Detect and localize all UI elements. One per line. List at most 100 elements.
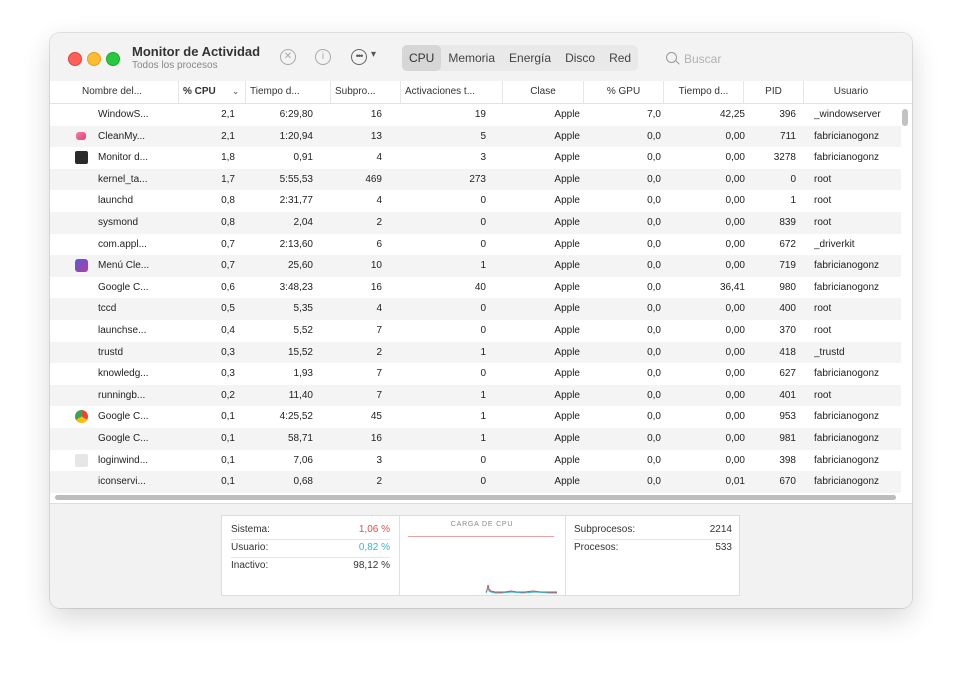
col-header-pid[interactable]: PID [743,81,803,103]
cell-kind: Apple [554,260,580,272]
cell-process-name: kernel_ta... [98,173,148,185]
table-row[interactable]: sysmond 0,8 2,04 2 0 Apple 0,0 0,00 839 root [50,211,901,234]
cell-pid: 980 [779,281,796,293]
cell-user: fabricianogonz [814,432,880,444]
stat-subprocesos: Subprocesos: 2214 [574,521,732,539]
search-input[interactable] [682,48,896,70]
tab-energia[interactable]: Energía [502,45,558,71]
col-header-kind[interactable]: Clase [502,81,583,103]
app-subtitle: Todos los procesos [132,60,218,71]
cell-pid: 418 [779,346,796,358]
cell-gpu-time: 0,00 [725,216,745,228]
cell-cpu-time: 5,52 [293,324,313,336]
cell-cpu-percent: 0,1 [221,432,235,444]
cell-user: root [814,324,832,336]
cell-cpu-percent: 2,1 [221,109,235,120]
title-bar: Monitor de Actividad Todos los procesos … [50,33,912,82]
table-row[interactable]: WindowS... 2,1 6:29,80 16 19 Apple 7,0 42,25 396… [50,104,901,126]
table-row[interactable]: knowledg... 0,3 1,93 7 0 Apple 0,0 0,00 627 fabri… [50,363,901,385]
cell-cpu-time: 5,35 [293,303,313,315]
table-row[interactable]: Menú Cle... 0,7 25,60 10 1 Apple 0,0 0,00 719 fab… [50,255,901,277]
cell-process-name: Google C... [98,281,149,293]
cell-process-name: WindowS... [98,109,149,120]
stop-process-icon[interactable]: ✕ [280,49,296,65]
cell-threads: 4 [376,195,382,207]
table-row[interactable]: trustd 0,3 15,52 2 1 Apple 0,0 0,00 418 _trustd [50,341,901,364]
minimize-window-button[interactable] [87,52,101,66]
col-header-cpu[interactable]: % CPU ⌄ [178,81,245,103]
cell-threads: 13 [370,130,382,142]
col-header-user[interactable]: Usuario [803,81,898,103]
cell-cpu-time: 25,60 [287,260,313,272]
cell-threads: 10 [370,260,382,272]
zoom-window-button[interactable] [106,52,120,66]
cell-pid: 672 [779,238,796,250]
table-row[interactable]: Monitor d... 1,8 0,91 4 3 Apple 0,0 0,00 3278 fab… [50,147,901,169]
cell-gpu-time: 0,00 [725,130,745,142]
cpu-load-system-line [485,584,557,593]
cell-cpu-time: 2:31,77 [279,195,313,207]
table-row[interactable]: iconservi... 0,1 0,68 2 0 Apple 0,0 0,01 670 fabr… [50,471,901,493]
col-header-wakeups[interactable]: Activaciones t... [400,81,502,103]
cell-pid: 398 [779,454,796,466]
cell-cpu-percent: 0,7 [221,260,235,272]
table-row[interactable]: runningb... 0,2 11,40 7 1 Apple 0,0 0,00 401 root [50,384,901,407]
table-row[interactable]: Google C... 0,6 3:48,23 16 40 Apple 0,0 36,41 98… [50,277,901,299]
cell-cpu-percent: 0,3 [221,346,235,358]
chevron-down-icon[interactable]: ▾ [371,49,376,60]
cell-process-name: Monitor d... [98,152,149,164]
table-row[interactable]: Google C... 0,1 58,71 16 1 Apple 0,0 0,00 981 fab… [50,427,901,450]
tab-red[interactable]: Red [602,45,638,71]
cell-user: root [814,195,832,207]
cell-threads: 45 [370,411,382,423]
cell-process-name: Menú Cle... [98,260,150,272]
cell-kind: Apple [554,454,580,466]
col-header-time[interactable]: Tiempo d... [245,81,330,103]
cell-gpu-time: 0,00 [725,454,745,466]
col-header-threads[interactable]: Subpro... [330,81,400,103]
summary-area: Sistema: 1,06 % Usuario: 0,82 % Inactivo… [50,503,912,608]
close-window-button[interactable] [68,52,82,66]
table-row[interactable]: loginwind... 0,1 7,06 3 0 Apple 0,0 0,00 398 fabr… [50,450,901,472]
tab-memoria[interactable]: Memoria [441,45,502,71]
cell-gpu-percent: 0,0 [647,130,661,142]
col-header-name[interactable]: Nombre del... [78,81,178,103]
cell-kind: Apple [554,476,580,488]
table-row[interactable]: Google C... 0,1 4:25,52 45 1 Apple 0,0 0,00 953 f… [50,406,901,428]
activity-monitor-window: Monitor de Actividad Todos los procesos … [50,33,912,608]
cell-cpu-percent: 0,6 [221,281,235,293]
table-row[interactable]: kernel_ta... 1,7 5:55,53 469 273 Apple 0,0 0,00… [50,168,901,191]
vertical-scrollbar[interactable] [902,109,908,126]
table-row[interactable]: CleanMy... 2,1 1:20,94 13 5 Apple 0,0 0,00 711 fa… [50,125,901,148]
table-row[interactable]: tccd 0,5 5,35 4 0 Apple 0,0 0,00 400 root [50,298,901,320]
login-window-icon [75,453,88,467]
cell-pid: 981 [779,432,796,444]
cell-cpu-time: 1,93 [293,368,313,380]
table-row[interactable]: launchse... 0,4 5,52 7 0 Apple 0,0 0,00 370 root [50,320,901,342]
horizontal-scrollbar[interactable] [55,495,896,500]
cell-idle-wakeups: 1 [480,260,486,272]
procesos-value: 533 [715,542,732,553]
stat-inactivo: Inactivo: 98,12 % [231,557,390,575]
table-row[interactable]: com.appl... 0,7 2:13,60 6 0 Apple 0,0 0,00 672 _d… [50,234,901,256]
cell-cpu-percent: 1,8 [221,152,235,164]
tab-disco[interactable]: Disco [558,45,602,71]
cell-cpu-percent: 0,3 [221,368,235,380]
info-icon[interactable]: i [315,49,331,65]
tab-cpu[interactable]: CPU [402,45,442,71]
cpu-stats-panel: Sistema: 1,06 % Usuario: 0,82 % Inactivo… [221,515,740,596]
col-header-gpu[interactable]: % GPU [583,81,663,103]
more-options-icon[interactable]: ••• [351,49,367,65]
col-header-gpu-time[interactable]: Tiempo d... [663,81,743,103]
cell-pid: 1 [790,195,796,207]
cell-process-name: sysmond [98,216,139,228]
cell-threads: 2 [376,346,382,358]
cell-process-name: runningb... [98,389,146,401]
table-row[interactable]: launchd 0,8 2:31,77 4 0 Apple 0,0 0,00 1 root [50,190,901,212]
cell-pid: 670 [779,476,796,488]
cell-pid: 0 [790,173,796,185]
cell-idle-wakeups: 0 [480,216,486,228]
cell-user: fabricianogonz [814,476,880,488]
cell-idle-wakeups: 1 [480,411,486,423]
cell-cpu-percent: 0,8 [221,216,235,228]
